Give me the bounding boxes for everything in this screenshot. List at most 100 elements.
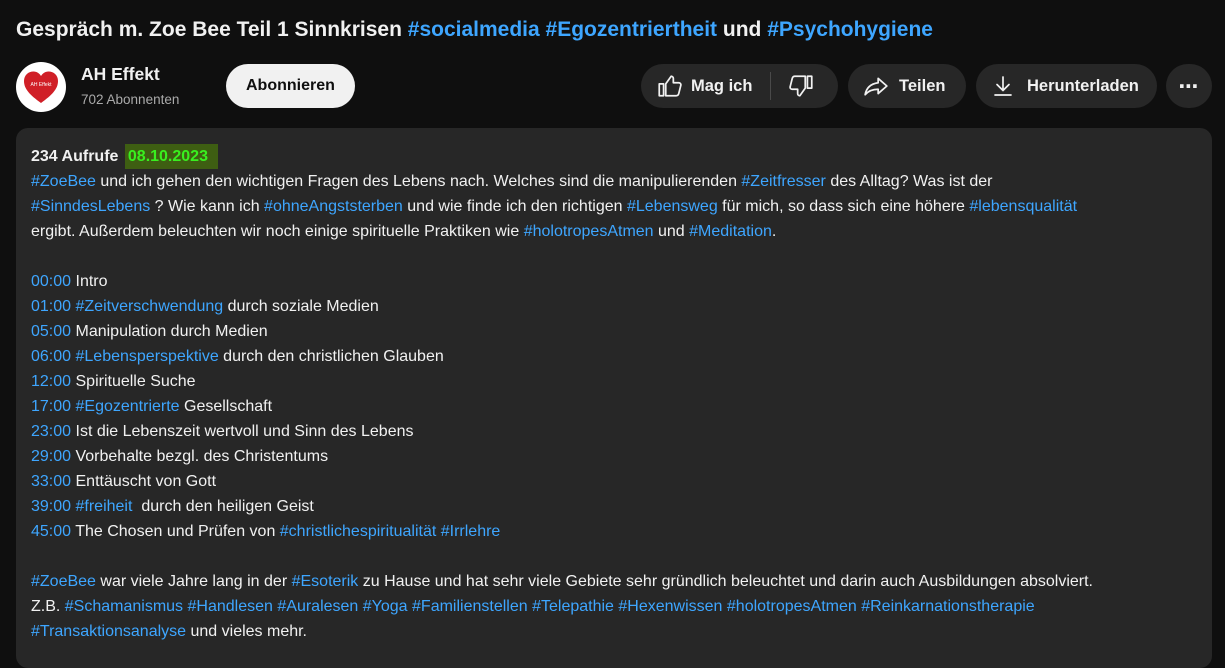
- hashtag-link[interactable]: #Zeitfresser: [741, 173, 825, 190]
- chapter-item: 45:00 The Chosen und Prüfen von #christl…: [31, 519, 1197, 544]
- description-text: des Alltag? Was ist der: [825, 173, 993, 190]
- chapter-timestamp[interactable]: 45:00: [31, 523, 71, 540]
- hashtag-link[interactable]: #freiheit: [76, 498, 133, 515]
- chapter-text: The Chosen und Prüfen von: [71, 523, 280, 540]
- hashtag-link[interactable]: #christlichespiritualität: [280, 523, 437, 540]
- hashtag-link[interactable]: #holotropesAtmen: [524, 223, 654, 240]
- description-meta: 234 Aufrufe 08.10.2023: [31, 144, 1197, 169]
- channel-avatar[interactable]: AH Effekt: [16, 62, 66, 112]
- chapter-text: Manipulation durch Medien: [71, 323, 268, 340]
- chapter-text: Ist die Lebenszeit wertvoll und Sinn des…: [71, 423, 414, 440]
- chapter-timestamp[interactable]: 12:00: [31, 373, 71, 390]
- thumbs-up-icon: [658, 75, 682, 97]
- chapter-text: Intro: [71, 273, 108, 290]
- chapter-timestamp[interactable]: 33:00: [31, 473, 71, 490]
- more-actions-button[interactable]: ⋯: [1166, 64, 1212, 108]
- chapter-text: durch den heiligen Geist: [132, 498, 314, 515]
- hashtag-link[interactable]: #Hexenwissen: [618, 598, 722, 615]
- channel-action-row: AH Effekt AH Effekt 702 Abonnenten Abonn…: [16, 62, 1213, 112]
- chapter-timestamp[interactable]: 23:00: [31, 423, 71, 440]
- hashtag-link[interactable]: #Irrlehre: [441, 523, 501, 540]
- video-title: Gespräch m. Zoe Bee Teil 1 Sinnkrisen #s…: [16, 18, 933, 42]
- description-line: Z.B. #Schamanismus #Handlesen #Auralesen…: [31, 594, 1197, 619]
- hashtag-link[interactable]: #Reinkarnationstherapie: [861, 598, 1034, 615]
- like-button[interactable]: Mag ich: [641, 64, 770, 108]
- hashtag-link[interactable]: #ZoeBee: [31, 573, 96, 590]
- avatar-logo-text: AH Effekt: [30, 82, 52, 88]
- hashtag-link[interactable]: #Transaktionsanalyse: [31, 623, 186, 640]
- description-text: war viele Jahre lang in der: [95, 573, 292, 590]
- hashtag-link[interactable]: #Zeitverschwendung: [76, 298, 224, 315]
- thumbs-down-icon: [789, 75, 814, 97]
- hashtag-link[interactable]: #ZoeBee: [31, 173, 96, 190]
- hashtag-link[interactable]: #Yoga: [363, 598, 408, 615]
- chapter-text: Vorbehalte bezgl. des Christentums: [71, 448, 329, 465]
- hashtag-link[interactable]: #lebensqualität: [969, 198, 1077, 215]
- description-line: ergibt. Außerdem beleuchten wir noch ein…: [31, 219, 1197, 244]
- chapter-timestamp[interactable]: 29:00: [31, 448, 71, 465]
- description-text: für mich, so dass sich eine höhere: [717, 198, 970, 215]
- download-icon: [994, 76, 1012, 96]
- chapter-text: durch den christlichen Glauben: [218, 348, 444, 365]
- hashtag-link[interactable]: #socialmedia: [408, 18, 540, 41]
- chapter-text: Enttäuscht von Gott: [71, 473, 217, 490]
- hashtag-link[interactable]: #Egozentriertheit: [546, 18, 718, 41]
- title-text: Gespräch m. Zoe Bee Teil 1 Sinnkrisen: [16, 18, 402, 41]
- share-icon: [864, 77, 888, 96]
- description-text: Z.B.: [31, 598, 65, 615]
- upload-date: 08.10.2023: [124, 144, 218, 169]
- chapter-timestamp[interactable]: 05:00: [31, 323, 71, 340]
- chapter-text: Gesellschaft: [179, 398, 273, 415]
- description-text: ergibt. Außerdem beleuchten wir noch ein…: [31, 223, 524, 240]
- view-count: 234 Aufrufe: [31, 148, 119, 165]
- description-text: und vieles mehr.: [186, 623, 307, 640]
- hashtag-link[interactable]: #ohneAngststerben: [264, 198, 403, 215]
- hashtag-link[interactable]: #Lebensperspektive: [76, 348, 219, 365]
- hashtag-link[interactable]: #Psychohygiene: [767, 18, 933, 41]
- chapter-timestamp[interactable]: 06:00: [31, 348, 71, 365]
- chapter-timestamp[interactable]: 39:00: [31, 498, 71, 515]
- chapter-item: 12:00 Spirituelle Suche: [31, 369, 1197, 394]
- hashtag-link[interactable]: #Meditation: [689, 223, 772, 240]
- subscriber-count: 702 Abonnenten: [81, 92, 180, 107]
- description-line: #ZoeBee und ich gehen den wichtigen Frag…: [31, 169, 1197, 194]
- description-text: und: [653, 223, 690, 240]
- description-line: #Transaktionsanalyse und vieles mehr.: [31, 619, 1197, 644]
- title-text: und: [722, 18, 762, 41]
- chapter-item: 06:00 #Lebensperspektive durch den chris…: [31, 344, 1197, 369]
- hashtag-link[interactable]: #Esoterik: [292, 573, 359, 590]
- hashtag-link[interactable]: #holotropesAtmen: [727, 598, 857, 615]
- share-label: Teilen: [899, 76, 946, 95]
- subscribe-button[interactable]: Abonnieren: [226, 64, 355, 108]
- chapter-item: 23:00 Ist die Lebenszeit wertvoll und Si…: [31, 419, 1197, 444]
- chapter-item: 05:00 Manipulation durch Medien: [31, 319, 1197, 344]
- heart-logo-icon: AH Effekt: [24, 71, 58, 103]
- chapter-item: 01:00 #Zeitverschwendung durch soziale M…: [31, 294, 1197, 319]
- like-dislike-group: Mag ich: [641, 64, 838, 108]
- share-button[interactable]: Teilen: [848, 64, 966, 108]
- channel-name[interactable]: AH Effekt: [81, 64, 160, 85]
- hashtag-link[interactable]: #Egozentrierte: [76, 398, 180, 415]
- hashtag-link[interactable]: #Schamanismus: [65, 598, 183, 615]
- dislike-button[interactable]: [771, 64, 815, 108]
- description-line: #ZoeBee war viele Jahre lang in der #Eso…: [31, 569, 1197, 594]
- description-box[interactable]: 234 Aufrufe 08.10.2023 #ZoeBee und ich g…: [16, 128, 1212, 668]
- hashtag-link[interactable]: #Familienstellen: [412, 598, 528, 615]
- hashtag-link[interactable]: #Auralesen: [277, 598, 358, 615]
- download-button[interactable]: Herunterladen: [976, 64, 1157, 108]
- download-label: Herunterladen: [1027, 76, 1139, 95]
- hashtag-link[interactable]: #Lebensweg: [627, 198, 718, 215]
- hashtag-link[interactable]: #SinndesLebens: [31, 198, 150, 215]
- chapter-timestamp[interactable]: 01:00: [31, 298, 71, 315]
- chapter-timestamp[interactable]: 17:00: [31, 398, 71, 415]
- chapter-timestamp[interactable]: 00:00: [31, 273, 71, 290]
- chapter-item: 17:00 #Egozentrierte Gesellschaft: [31, 394, 1197, 419]
- hashtag-link[interactable]: #Handlesen: [188, 598, 273, 615]
- more-icon: ⋯: [1178, 75, 1200, 98]
- hashtag-link[interactable]: #Telepathie: [532, 598, 614, 615]
- chapter-item: 39:00 #freiheit durch den heiligen Geist: [31, 494, 1197, 519]
- chapter-text: Spirituelle Suche: [71, 373, 196, 390]
- description-line: #SinndesLebens ? Wie kann ich #ohneAngst…: [31, 194, 1197, 219]
